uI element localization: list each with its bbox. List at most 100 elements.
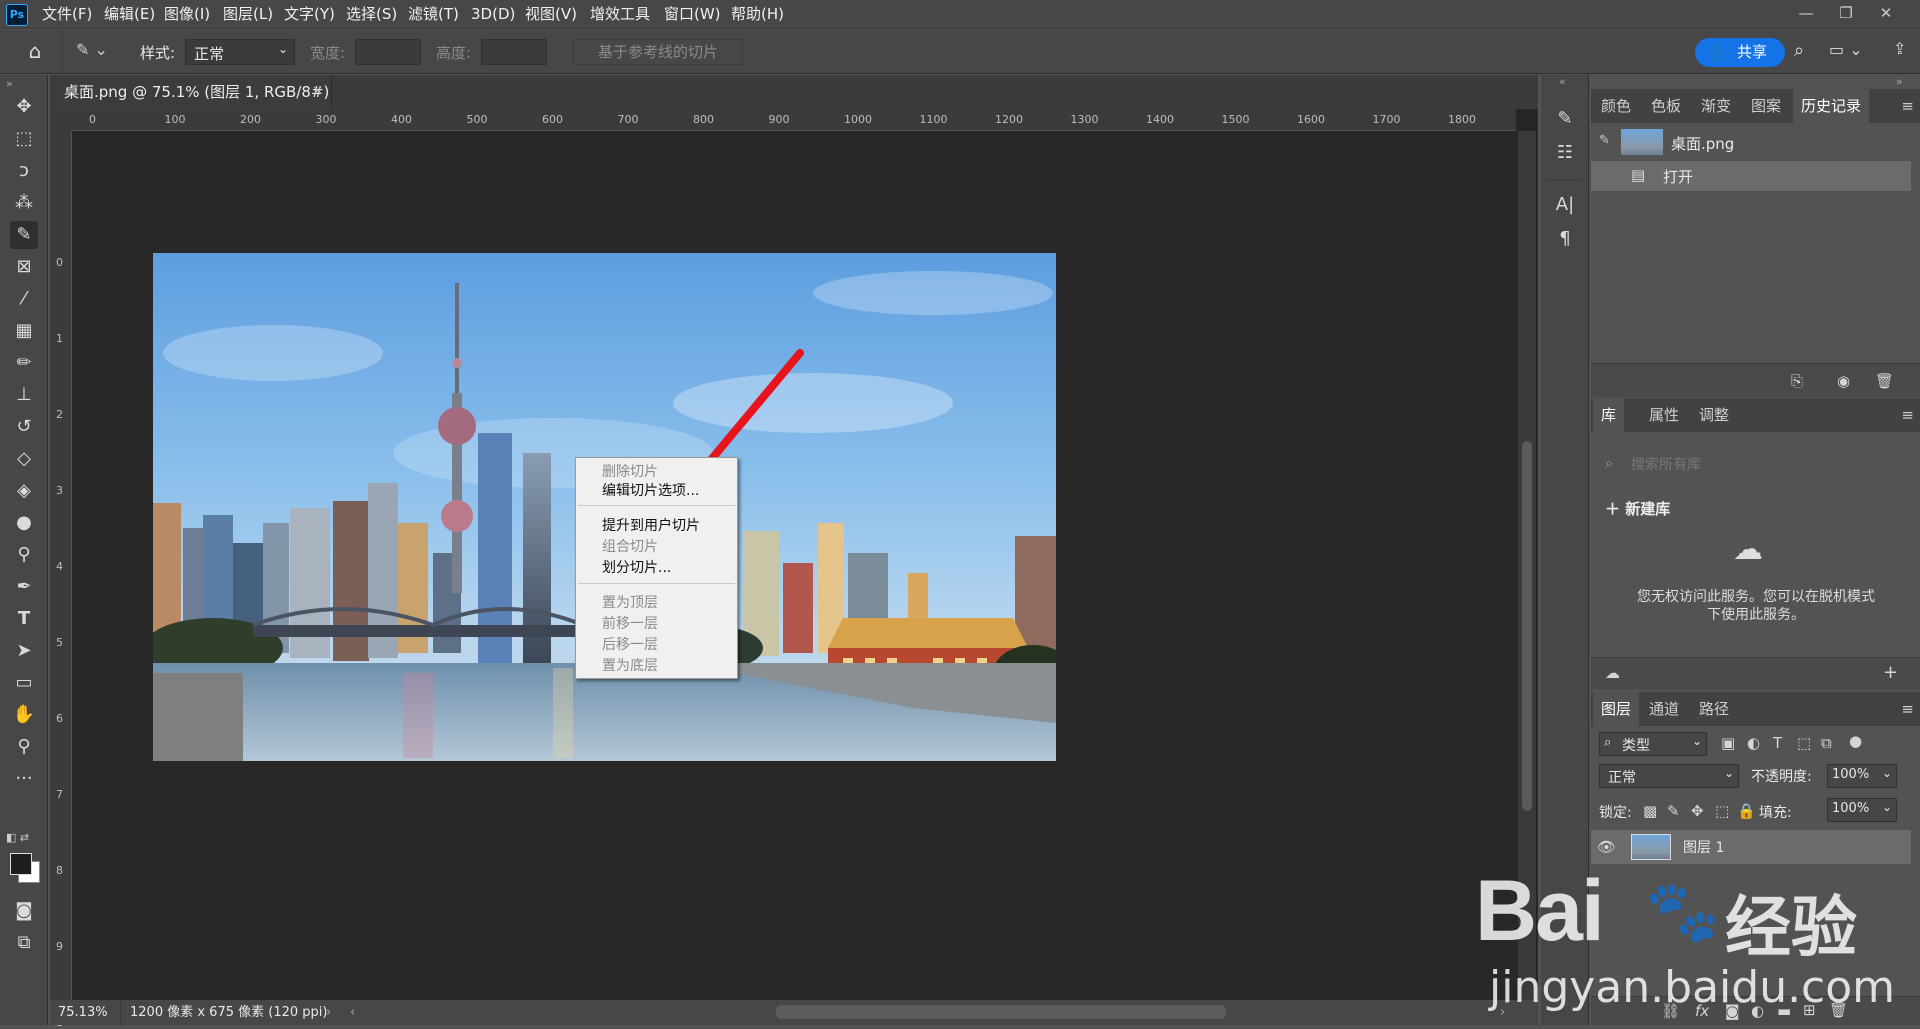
tab-properties[interactable]: 属性 <box>1641 398 1687 432</box>
zoom-tool-icon[interactable]: ⚲ <box>10 733 38 761</box>
new-library-button[interactable]: ＋ 新建库 <box>1605 498 1670 519</box>
fill-field[interactable]: 100% ⌄ <box>1827 798 1897 822</box>
tab-color[interactable]: 颜色 <box>1593 89 1639 123</box>
mask-icon[interactable]: ◙ <box>1725 1002 1740 1020</box>
share-button[interactable]: 👤 共享 <box>1695 38 1785 67</box>
path-select-icon[interactable]: ➤ <box>10 637 38 665</box>
collapse-icon[interactable]: « <box>1559 75 1566 88</box>
type-tool-icon[interactable]: T <box>10 605 38 633</box>
width-field[interactable] <box>355 39 421 65</box>
vertical-ruler[interactable]: 01234567891 <box>50 131 72 1029</box>
style-select[interactable]: 正常 ⌄ <box>185 39 295 65</box>
quick-mask-icon[interactable]: ◙ <box>10 897 38 925</box>
zoom-level[interactable]: 75.13% <box>58 1000 108 1025</box>
height-field[interactable] <box>481 39 547 65</box>
frame-tool-icon[interactable]: ⊠ <box>10 253 38 281</box>
default-colors-icon[interactable]: ◧ ⇄ <box>6 831 29 844</box>
fx-icon[interactable]: fx <box>1695 1002 1709 1020</box>
history-brush-source-icon[interactable]: ✎ <box>1599 133 1610 148</box>
brush-settings-icon[interactable]: ✎ <box>1551 105 1579 133</box>
menu-3d[interactable]: 3D(D) <box>471 0 515 29</box>
layer-row[interactable]: 👁 图层 1 <box>1591 830 1911 864</box>
chevron-left-icon[interactable]: ‹ <box>350 1000 355 1025</box>
library-search[interactable]: ⌕ 搜索所有库 <box>1601 448 1901 478</box>
context-menu-item[interactable]: 删除切片 <box>602 461 658 481</box>
home-icon[interactable]: ⌂ <box>22 38 48 64</box>
rectangle-tool-icon[interactable]: ▭ <box>10 669 38 697</box>
history-state-row[interactable]: ▤ 打开 <box>1591 161 1911 191</box>
tab-history[interactable]: 历史记录 <box>1793 89 1870 123</box>
document-info[interactable]: 1200 像素 x 675 像素 (120 ppi) <box>130 1000 327 1025</box>
trash-icon[interactable]: 🗑 <box>1875 372 1894 390</box>
context-menu-item[interactable]: 划分切片... <box>602 557 671 577</box>
slice-tool-icon[interactable]: ✎ <box>10 221 38 249</box>
context-menu-item[interactable]: 置为顶层 <box>602 592 658 612</box>
healing-brush-icon[interactable]: ▦ <box>10 317 38 345</box>
history-brush-icon[interactable]: ↺ <box>10 413 38 441</box>
camera-icon[interactable]: ◉ <box>1837 372 1850 390</box>
search-icon[interactable]: ⌕ <box>1794 40 1804 61</box>
tab-gradients[interactable]: 渐变 <box>1693 89 1739 123</box>
tab-libraries[interactable]: 库 <box>1593 398 1625 432</box>
context-menu-item[interactable]: 前移一层 <box>602 613 658 633</box>
adjustment-filter-icon[interactable]: ◐ <box>1747 734 1760 752</box>
folder-icon[interactable]: ▬ <box>1777 1002 1791 1020</box>
context-menu-item[interactable]: 组合切片 <box>602 536 658 556</box>
restore-icon[interactable]: ❐ <box>1826 0 1866 29</box>
menu-help[interactable]: 帮助(H) <box>731 0 784 29</box>
collapse-icon[interactable]: » <box>1896 75 1903 88</box>
menu-layer[interactable]: 图层(L) <box>223 0 273 29</box>
lasso-tool-icon[interactable]: ↄ <box>10 157 38 185</box>
hand-tool-icon[interactable]: ✋ <box>10 701 38 729</box>
panel-menu-icon[interactable]: ≡ <box>1901 700 1914 718</box>
pixel-filter-icon[interactable]: ▣ <box>1721 734 1735 752</box>
document-tab[interactable]: 桌面.png @ 75.1% (图层 1, RGB/8#) ✕ <box>50 75 332 109</box>
menu-view[interactable]: 视图(V) <box>525 0 577 29</box>
foreground-color-swatch[interactable] <box>10 853 32 875</box>
screen-mode-icon[interactable]: ⧉ <box>10 929 38 957</box>
menu-type[interactable]: 文字(Y) <box>284 0 335 29</box>
export-icon[interactable]: ⇪ <box>1893 39 1906 58</box>
vertical-scrollbar[interactable] <box>1518 131 1536 1015</box>
tab-patterns[interactable]: 图案 <box>1743 89 1789 123</box>
new-document-icon[interactable]: ⎘ <box>1791 372 1803 390</box>
menu-edit[interactable]: 编辑(E) <box>104 0 155 29</box>
dodge-tool-icon[interactable]: ⚲ <box>10 541 38 569</box>
context-menu-item[interactable]: 编辑切片选项... <box>602 480 699 500</box>
close-icon[interactable]: ✕ <box>1866 0 1906 29</box>
marquee-tool-icon[interactable]: ⬚ <box>10 125 38 153</box>
adjustment-layer-icon[interactable]: ◐ <box>1751 1002 1764 1020</box>
context-menu-item[interactable]: 置为底层 <box>602 655 658 675</box>
close-tab-icon[interactable]: ✕ <box>312 75 323 109</box>
context-menu-item[interactable]: 提升到用户切片 <box>602 515 700 535</box>
menu-select[interactable]: 选择(S) <box>346 0 397 29</box>
blur-tool-icon[interactable]: ● <box>10 509 38 537</box>
eraser-tool-icon[interactable]: ◇ <box>10 445 38 473</box>
slices-from-guides-button[interactable]: 基于参考线的切片 <box>573 39 743 65</box>
paint-bucket-icon[interactable]: ◈ <box>10 477 38 505</box>
tab-layers[interactable]: 图层 <box>1593 692 1640 726</box>
layer-filter-select[interactable]: ⌕ 类型 ⌄ <box>1599 732 1707 756</box>
ruler-origin[interactable] <box>50 109 72 131</box>
eye-icon[interactable]: 👁 <box>1597 838 1616 856</box>
cloud-icon[interactable]: ☁ <box>1605 664 1620 682</box>
layer-name[interactable]: 图层 1 <box>1683 837 1724 857</box>
lock-artboard-icon[interactable]: ⬚ <box>1715 802 1729 820</box>
brush-tool-icon[interactable]: ✏ <box>10 349 38 377</box>
menu-window[interactable]: 窗口(W) <box>664 0 721 29</box>
pen-tool-icon[interactable]: ✒ <box>10 573 38 601</box>
horizontal-ruler[interactable]: 0 100 200 300 400 500 600 700 800 900 1000 1100 1200… <box>72 109 1516 131</box>
panel-menu-icon[interactable]: ≡ <box>1901 97 1914 115</box>
lock-position-icon[interactable]: ✥ <box>1691 802 1704 820</box>
add-icon[interactable]: + <box>1883 662 1898 683</box>
trash-icon[interactable]: 🗑 <box>1829 1001 1848 1019</box>
panel-menu-icon[interactable]: ≡ <box>1901 406 1914 424</box>
menu-file[interactable]: 文件(F) <box>42 0 92 29</box>
minimize-icon[interactable]: — <box>1786 0 1826 29</box>
new-layer-icon[interactable]: ⊞ <box>1803 1001 1816 1019</box>
context-menu-item[interactable]: 后移一层 <box>602 634 658 654</box>
menu-plugins[interactable]: 增效工具 <box>590 0 650 29</box>
filter-toggle-icon[interactable]: ● <box>1849 732 1862 750</box>
lock-all-icon[interactable]: 🔒 <box>1737 802 1756 820</box>
lock-image-icon[interactable]: ✎ <box>1667 802 1680 820</box>
